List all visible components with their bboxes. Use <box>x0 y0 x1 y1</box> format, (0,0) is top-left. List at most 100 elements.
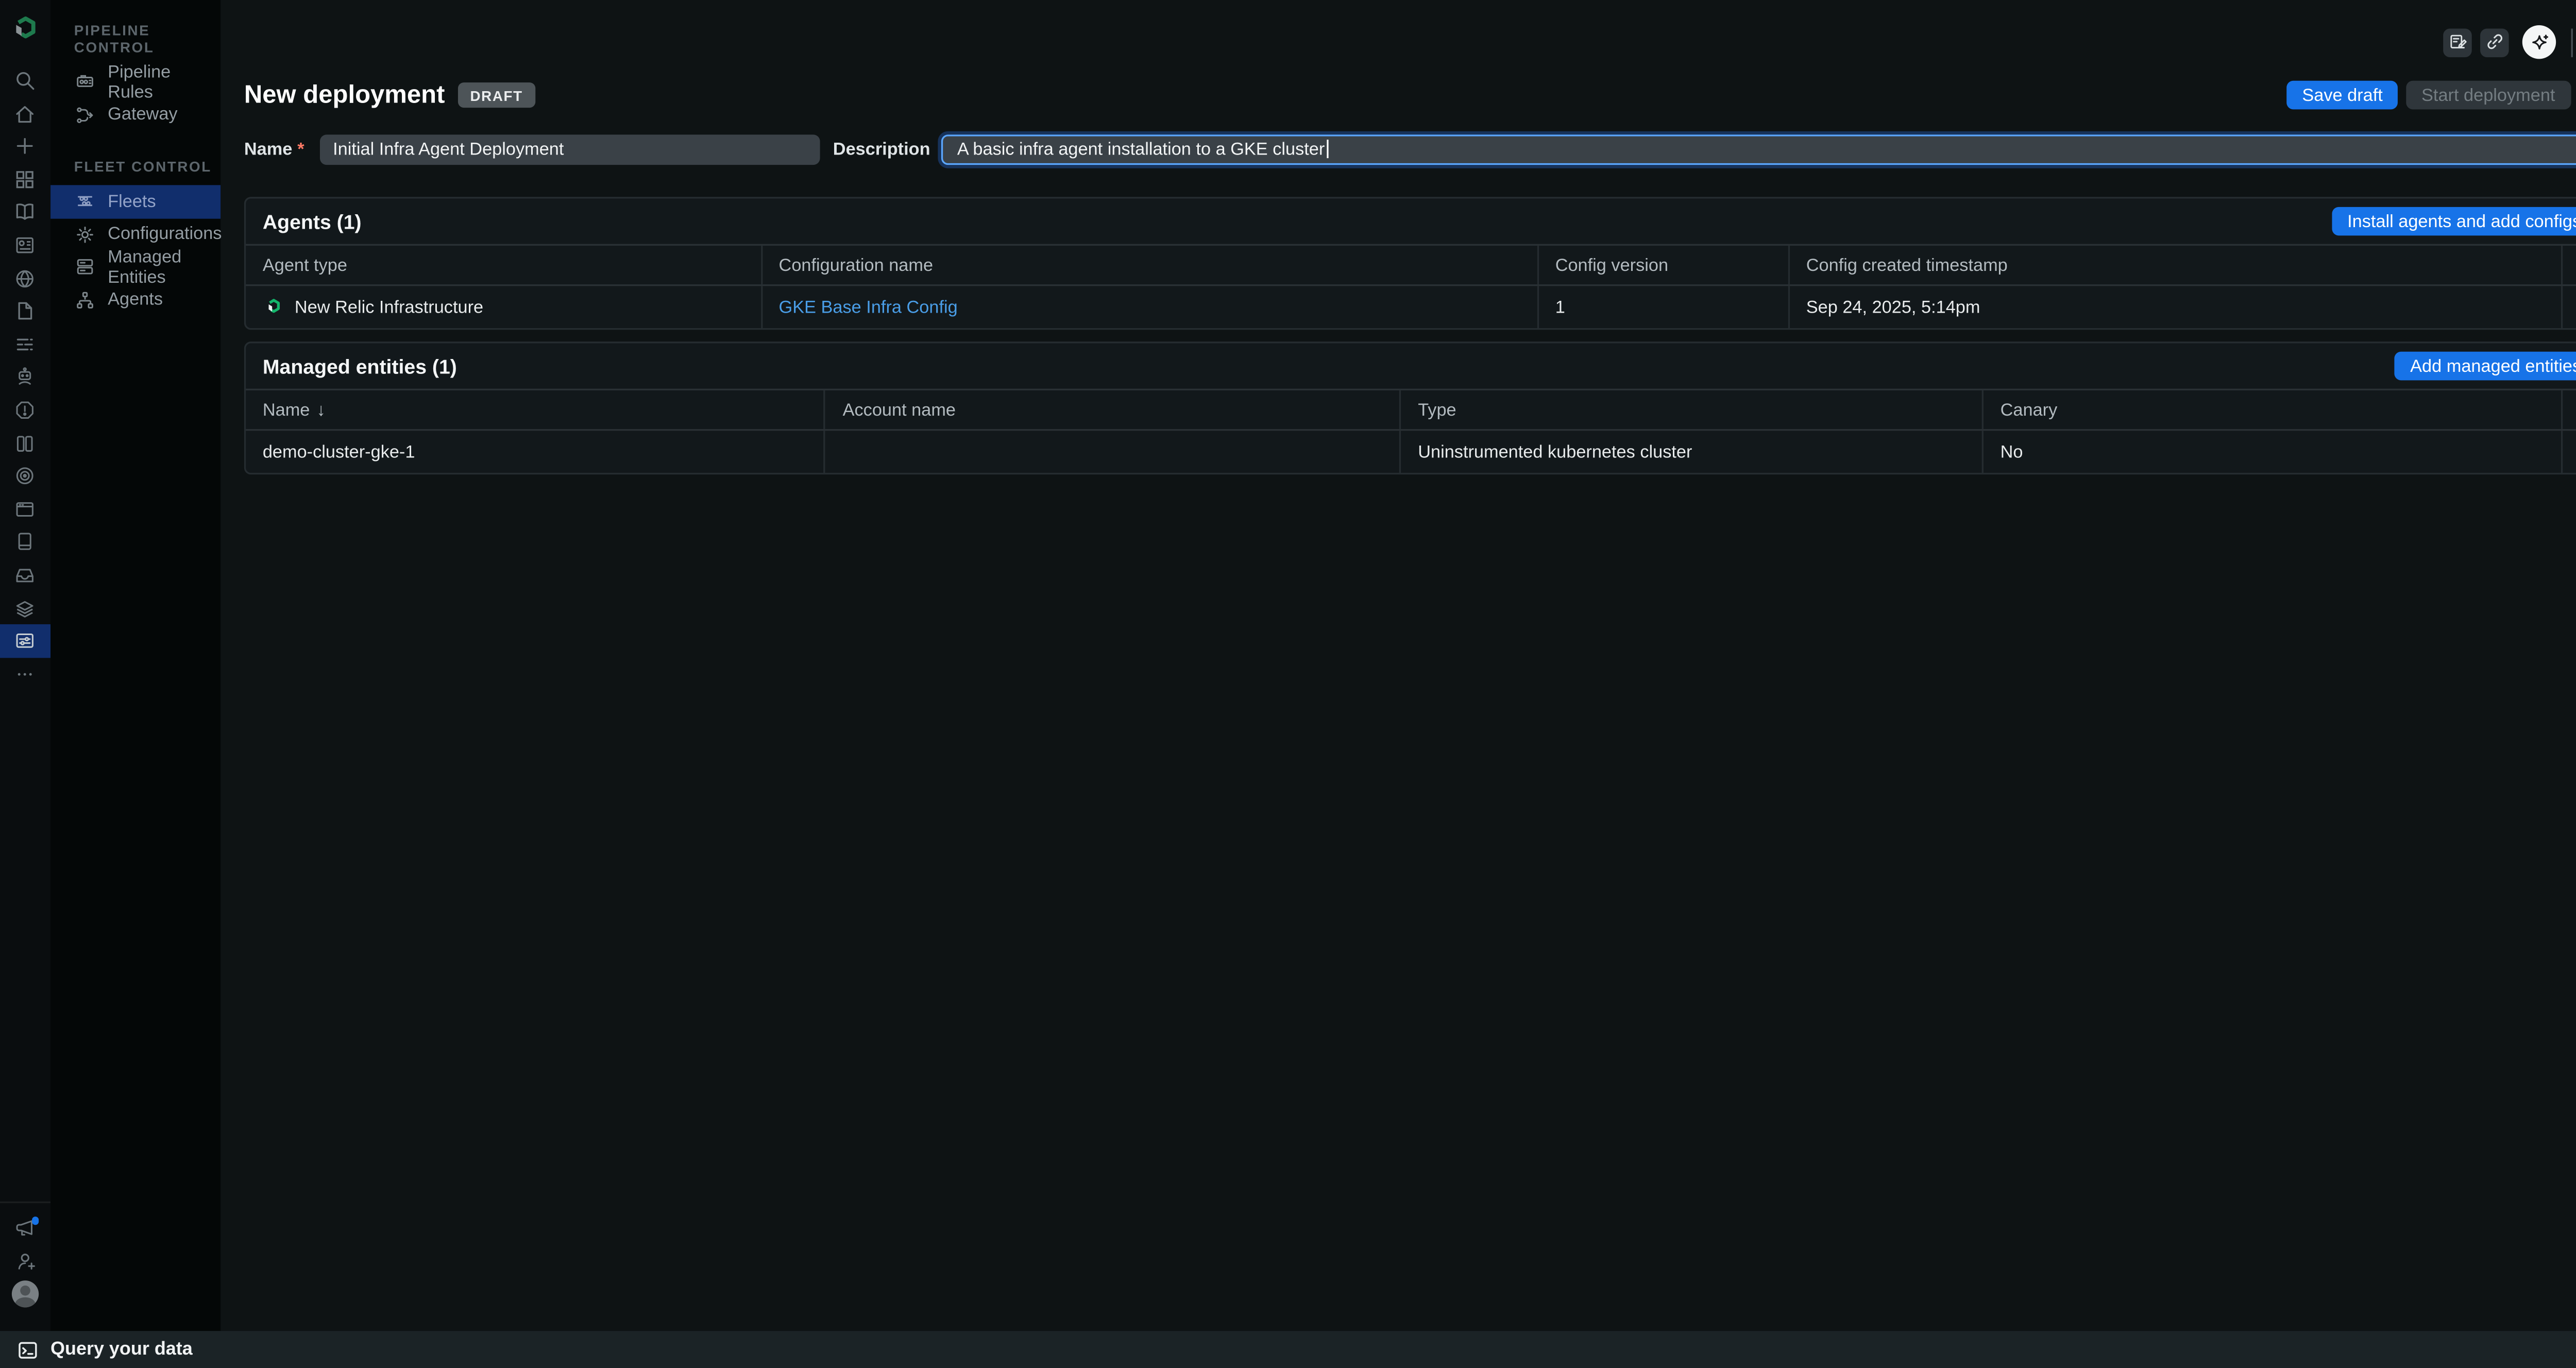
rail-icon-list <box>0 64 50 690</box>
start-deployment-button[interactable]: Start deployment <box>2406 81 2570 109</box>
agents-table-header: Agent type Configuration name Config ver… <box>246 244 2576 286</box>
announcements-icon[interactable] <box>0 1212 50 1245</box>
inbox-tray-icon[interactable] <box>0 558 50 591</box>
description-value: A basic infra agent installation to a GK… <box>957 139 1325 159</box>
managed-entities-panel: Managed entities (1) Add managed entitie… <box>244 341 2576 474</box>
entity-type-cell: Uninstrumented kubernetes cluster <box>1401 431 1984 473</box>
sidebar-item-gateway[interactable]: Gateway <box>50 98 221 131</box>
query-bar[interactable]: Query your data <box>0 1331 2576 1368</box>
query-your-data-label: Query your data <box>50 1339 193 1359</box>
ai-assistant-robot-icon[interactable] <box>0 361 50 394</box>
docs-book-icon[interactable] <box>0 196 50 229</box>
text-caret <box>1327 140 1328 159</box>
toolbar-divider <box>2571 28 2573 57</box>
main-content: New deployment DRAFT Save draft Start de… <box>221 0 2576 1331</box>
name-column-label: Name <box>263 400 310 420</box>
sidebar-item-fleets[interactable]: Fleets <box>50 185 221 218</box>
sidebar-item-label: Pipeline Rules <box>108 62 221 102</box>
column-header-agent-type: Agent type <box>246 246 762 284</box>
user-avatar[interactable] <box>0 1278 50 1311</box>
sidebar-item-label: Gateway <box>108 105 177 125</box>
copy-link-icon[interactable] <box>2480 28 2509 57</box>
sidebar-item-label: Agents <box>108 290 163 310</box>
sidebar-item-label: Configurations <box>108 224 222 244</box>
entities-panel-header: Managed entities (1) Add managed entitie… <box>246 343 2576 388</box>
sidebar-item-label: Managed Entities <box>108 247 221 287</box>
infrastructure-icon[interactable] <box>0 426 50 459</box>
sidebar-item-configurations[interactable]: Configurations <box>50 218 221 251</box>
home-icon[interactable] <box>0 97 50 130</box>
sidebar: PIPELINE CONTROL Pipeline Rules Gateway … <box>50 0 221 1331</box>
sort-descending-icon: ↓ <box>316 400 325 420</box>
annotate-note-icon[interactable] <box>2443 28 2472 57</box>
sidebar-section-pipeline-control: PIPELINE CONTROL <box>50 17 221 66</box>
add-managed-entities-button[interactable]: Add managed entities <box>2395 352 2576 380</box>
fleets-icon <box>74 191 96 212</box>
mobile-device-icon[interactable] <box>0 525 50 558</box>
alerts-octagon-icon[interactable] <box>0 394 50 426</box>
description-input[interactable]: A basic infra agent installation to a GK… <box>942 134 2576 164</box>
sidebar-section-fleet-control: FLEET CONTROL <box>50 153 221 185</box>
column-header-configuration-name: Configuration name <box>762 246 1538 284</box>
name-input[interactable] <box>319 134 820 164</box>
column-header-type: Type <box>1401 390 1984 429</box>
configuration-name-cell: GKE Base Infra Config <box>762 286 1538 328</box>
app-window: PIPELINE CONTROL Pipeline Rules Gateway … <box>0 0 2576 1368</box>
entity-canary-cell: No <box>1984 431 2563 473</box>
apps-grid-icon[interactable] <box>0 163 50 196</box>
dashboards-icon[interactable] <box>0 229 50 262</box>
managed-entities-icon <box>74 256 96 278</box>
page-title: New deployment <box>244 81 445 110</box>
page-header: New deployment DRAFT Save draft Start de… <box>244 81 2576 110</box>
agents-panel-header: Agents (1) Install agents and add config… <box>246 198 2576 244</box>
column-header-actions <box>2563 246 2576 284</box>
agent-type-cell: New Relic Infrastructure <box>246 286 762 328</box>
fleet-control-icon[interactable] <box>0 624 50 657</box>
new-relic-logo-icon[interactable] <box>8 13 42 47</box>
configuration-link[interactable]: GKE Base Infra Config <box>779 297 958 317</box>
terminal-icon <box>17 1339 39 1360</box>
invite-user-icon[interactable] <box>0 1245 50 1278</box>
sidebar-item-agents[interactable]: Agents <box>50 283 221 316</box>
layers-icon[interactable] <box>0 591 50 624</box>
reports-doc-icon[interactable] <box>0 295 50 328</box>
entities-row-actions-button[interactable]: ⋯ <box>2563 431 2576 473</box>
status-badge: DRAFT <box>459 82 535 108</box>
required-marker: * <box>297 139 304 159</box>
entities-table-header: Name ↓ Account name Type Canary <box>246 389 2576 431</box>
agents-row-actions-button[interactable]: ⋯ <box>2563 286 2576 328</box>
config-created-cell: Sep 24, 2025, 5:14pm <box>1789 286 2563 328</box>
logs-icon[interactable] <box>0 328 50 361</box>
gateway-icon <box>74 104 96 126</box>
column-header-actions <box>2563 390 2576 429</box>
agents-tree-icon <box>74 289 96 311</box>
name-label: Name <box>244 139 293 159</box>
column-header-name[interactable]: Name ↓ <box>246 390 826 429</box>
sidebar-item-pipeline-rules[interactable]: Pipeline Rules <box>50 65 221 98</box>
search-icon[interactable] <box>0 64 50 97</box>
agents-table-row: New Relic Infrastructure GKE Base Infra … <box>246 286 2576 328</box>
description-label: Description <box>833 139 930 159</box>
more-icon[interactable] <box>0 657 50 690</box>
column-header-account-name: Account name <box>826 390 1401 429</box>
apm-target-icon[interactable] <box>0 459 50 492</box>
notification-dot <box>31 1217 39 1225</box>
ai-sparkle-icon[interactable] <box>2522 25 2556 59</box>
save-draft-button[interactable]: Save draft <box>2287 81 2398 109</box>
new-relic-agent-icon <box>263 295 284 320</box>
entity-name-cell: demo-cluster-gke-1 <box>246 431 826 473</box>
agents-title: Agents (1) <box>263 210 362 233</box>
column-header-config-version: Config version <box>1538 246 1789 284</box>
config-version-cell: 1 <box>1538 286 1789 328</box>
sidebar-item-managed-entities[interactable]: Managed Entities <box>50 251 221 284</box>
column-header-config-created: Config created timestamp <box>1789 246 2563 284</box>
create-icon[interactable] <box>0 130 50 163</box>
entities-title: Managed entities (1) <box>263 354 457 378</box>
install-agents-button[interactable]: Install agents and add configs <box>2332 208 2576 235</box>
window-toolbar <box>2443 25 2576 59</box>
entity-account-cell <box>826 431 1401 473</box>
globe-icon[interactable] <box>0 262 50 295</box>
nav-rail <box>0 0 50 1331</box>
browser-window-icon[interactable] <box>0 492 50 525</box>
column-header-canary: Canary <box>1984 390 2563 429</box>
